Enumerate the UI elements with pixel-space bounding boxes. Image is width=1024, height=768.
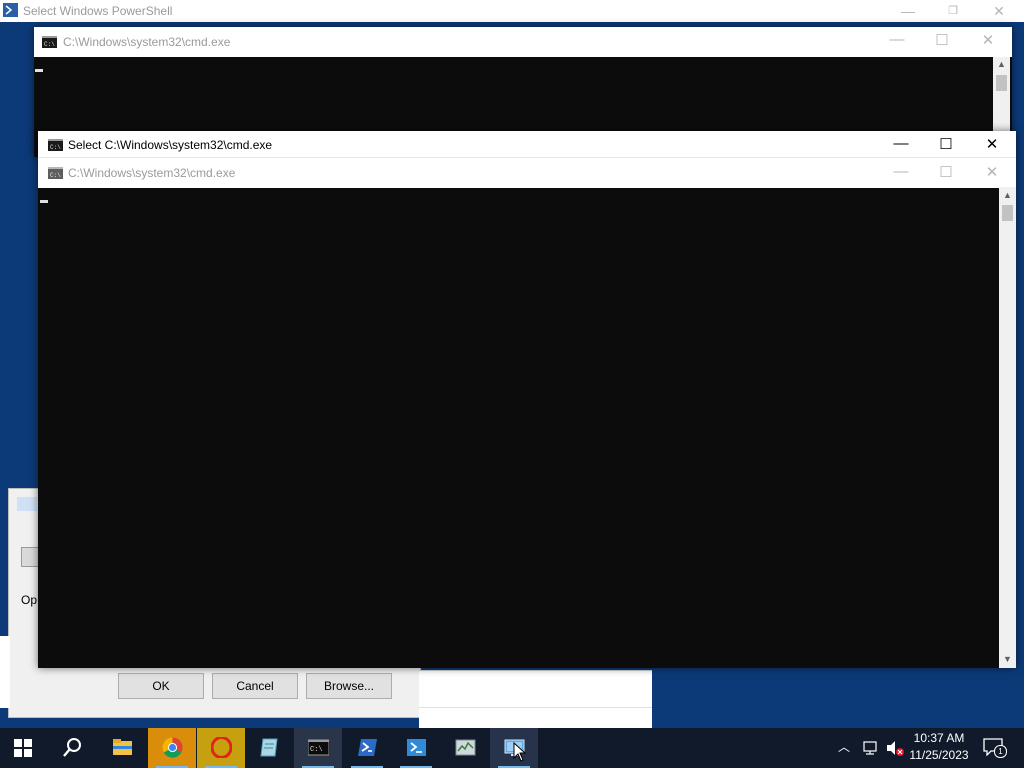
- scroll-up-arrow-icon[interactable]: ▲: [993, 59, 1010, 69]
- cmd-inner-titlebar[interactable]: C:\ C:\Windows\system32\cmd.exe — ☐ ✕: [38, 157, 1016, 188]
- clock-date[interactable]: 11/25/2023: [905, 748, 973, 762]
- network-icon[interactable]: [862, 740, 880, 756]
- powershell-minimize-button[interactable]: —: [885, 1, 931, 21]
- svg-text:C:\: C:\: [44, 41, 55, 48]
- cmd-inner-title: C:\Windows\system32\cmd.exe: [68, 166, 236, 180]
- powershell-icon: [3, 3, 18, 17]
- taskbar: C:\ ︿ 10:37 AM 11/25/2023 1: [0, 728, 1024, 768]
- search-icon: [63, 738, 81, 757]
- cmd-front-cursor: [40, 200, 48, 203]
- background-window-edge: [0, 636, 10, 708]
- volume-muted-icon[interactable]: [885, 739, 905, 757]
- cmd-front-title: Select C:\Windows\system32\cmd.exe: [68, 138, 273, 152]
- clock-time[interactable]: 10:37 AM: [905, 731, 973, 745]
- notepad-icon: [260, 738, 278, 757]
- taskbar-file-explorer[interactable]: [98, 728, 146, 768]
- cmd-icon: C:\: [48, 167, 63, 179]
- cmd-back-scroll-thumb[interactable]: [996, 75, 1007, 91]
- cmd-back-close-button[interactable]: ✕: [965, 31, 1011, 49]
- cmd-front-scroll-thumb[interactable]: [1002, 205, 1013, 221]
- scroll-up-arrow-icon[interactable]: ▲: [999, 190, 1016, 200]
- opera-icon: [211, 737, 232, 758]
- svg-text:C:\: C:\: [50, 172, 61, 179]
- ok-button[interactable]: OK: [118, 673, 204, 699]
- cancel-button[interactable]: Cancel: [212, 673, 298, 699]
- task-manager-icon: [455, 739, 476, 756]
- mouse-pointer-icon: [513, 742, 527, 762]
- cmd-front-minimize-button[interactable]: —: [878, 135, 924, 152]
- start-button[interactable]: [0, 728, 48, 768]
- cmd-icon: C:\: [308, 739, 329, 756]
- search-button[interactable]: [48, 728, 96, 768]
- show-hidden-icons-chevron-icon[interactable]: ︿: [838, 738, 850, 755]
- cmd-icon: C:\: [48, 139, 63, 151]
- cmd-front-titlebar[interactable]: C:\ Select C:\Windows\system32\cmd.exe —…: [38, 131, 1016, 157]
- cmd-inner-close-button[interactable]: ✕: [969, 163, 1015, 181]
- browse-button[interactable]: Browse...: [306, 673, 392, 699]
- cmd-front-maximize-button[interactable]: ☐: [923, 135, 969, 153]
- cmd-back-title: C:\Windows\system32\cmd.exe: [63, 35, 231, 49]
- action-center-button[interactable]: 1: [983, 738, 1007, 758]
- taskbar-powershell[interactable]: [343, 728, 391, 768]
- cmd-front-scrollbar[interactable]: ▲ ▼: [999, 187, 1016, 668]
- cmd-back-titlebar[interactable]: C:\ C:\Windows\system32\cmd.exe — ☐ ✕: [34, 27, 1012, 57]
- powershell-close-button[interactable]: ✕: [976, 1, 1022, 21]
- taskbar-powershell-ise[interactable]: [392, 728, 440, 768]
- windows-start-icon: [14, 739, 32, 757]
- powershell-restore-button[interactable]: ❐: [930, 1, 976, 21]
- cmd-back-minimize-button[interactable]: —: [874, 31, 920, 48]
- taskbar-opera[interactable]: [197, 728, 245, 768]
- file-explorer-icon: [113, 739, 132, 755]
- taskbar-chrome[interactable]: [148, 728, 196, 768]
- cmd-inner-minimize-button[interactable]: —: [878, 163, 924, 180]
- cmd-icon: C:\: [42, 36, 57, 48]
- powershell-window-title: Select Windows PowerShell: [23, 4, 173, 18]
- powershell-window-titlebar[interactable]: Select Windows PowerShell — ❐ ✕: [0, 0, 1024, 22]
- svg-text:C:\: C:\: [50, 144, 61, 151]
- cmd-window-front[interactable]: C:\ Select C:\Windows\system32\cmd.exe —…: [38, 131, 1016, 668]
- cmd-front-close-button[interactable]: ✕: [969, 135, 1015, 153]
- notification-count-badge: 1: [994, 745, 1007, 758]
- powershell-icon: [358, 739, 377, 756]
- dialog-open-label: Op: [21, 593, 38, 607]
- background-window-panel: [419, 670, 652, 729]
- taskbar-cmd[interactable]: C:\: [294, 728, 342, 768]
- cmd-back-cursor: [35, 69, 43, 72]
- cmd-back-maximize-button[interactable]: ☐: [919, 31, 965, 49]
- chrome-icon: [162, 737, 183, 758]
- svg-text:C:\: C:\: [310, 746, 323, 754]
- cmd-inner-maximize-button[interactable]: ☐: [923, 163, 969, 181]
- scroll-down-arrow-icon[interactable]: ▼: [999, 654, 1016, 664]
- taskbar-notepad[interactable]: [245, 728, 293, 768]
- powershell-ise-icon: [407, 739, 426, 756]
- taskbar-task-manager[interactable]: [441, 728, 489, 768]
- dialog-app-icon: [17, 497, 37, 511]
